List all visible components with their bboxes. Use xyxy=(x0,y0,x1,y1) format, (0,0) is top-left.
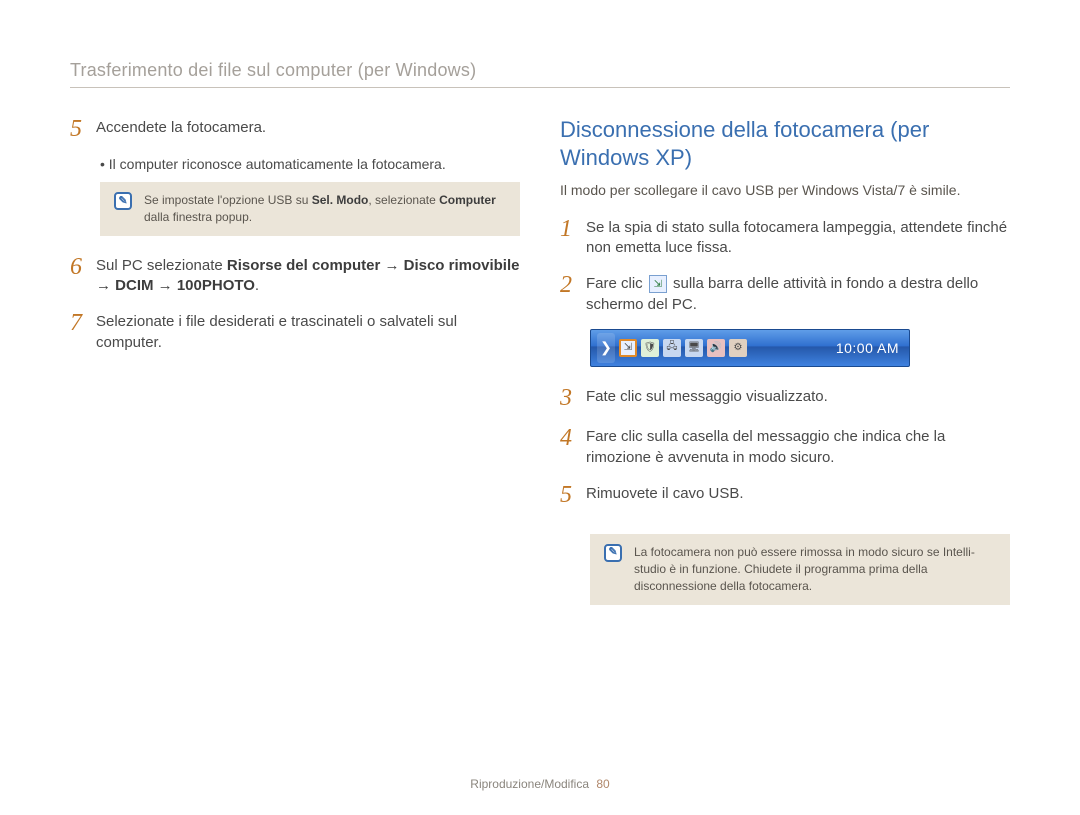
step-number: 3 xyxy=(560,385,586,411)
system-tray: ❯ ⇲ 🛡 🖧 🖥 🔊 ⚙ xyxy=(597,333,747,363)
footer-section: Riproduzione/Modifica xyxy=(470,777,589,791)
right-step-4: 4 Fare clic sulla casella del messaggio … xyxy=(560,425,1010,468)
step-5: 5 Accendete la fotocamera. xyxy=(70,116,520,142)
tray-expand-icon: ❯ xyxy=(597,333,615,363)
note-usb-option: ✎ Se impostate l'opzione USB su Sel. Mod… xyxy=(100,182,520,236)
step-7: 7 Selezionate i file desiderati e trasci… xyxy=(70,310,520,353)
volume-tray-icon: 🔊 xyxy=(707,339,725,357)
note-text-part: Se impostate l'opzione USB su xyxy=(144,193,312,207)
bullet-auto-recognize: Il computer riconosce automaticamente la… xyxy=(100,156,520,172)
step-number: 1 xyxy=(560,216,586,259)
step-text: Rimuovete il cavo USB. xyxy=(586,482,744,508)
right-step-1: 1 Se la spia di stato sulla fotocamera l… xyxy=(560,216,1010,259)
note-text-part: dalla finestra popup. xyxy=(144,210,252,224)
step-text-part: Fare clic xyxy=(586,275,647,292)
step-text: Sul PC selezionate Risorse del computer … xyxy=(96,254,520,297)
display-tray-icon: 🖥 xyxy=(685,339,703,357)
note-bold-selmodo: Sel. Modo xyxy=(312,193,369,207)
page-footer: Riproduzione/Modifica 80 xyxy=(0,777,1080,791)
note-text: La fotocamera non può essere rimossa in … xyxy=(634,544,996,594)
step-number: 5 xyxy=(560,482,586,508)
note-icon: ✎ xyxy=(114,192,132,210)
step-number: 4 xyxy=(560,425,586,468)
note-intellistudio: ✎ La fotocamera non può essere rimossa i… xyxy=(590,534,1010,604)
note-text-part: , selezionate xyxy=(368,193,439,207)
safely-remove-icon: ⇲ xyxy=(649,275,667,293)
step-text: Fare clic sulla casella del messaggio ch… xyxy=(586,425,1010,468)
step-text: Fare clic ⇲ sulla barra delle attività i… xyxy=(586,272,1010,315)
page-header: Trasferimento dei file sul computer (per… xyxy=(70,60,1010,88)
note-icon: ✎ xyxy=(604,544,622,562)
left-column: 5 Accendete la fotocamera. Il computer r… xyxy=(70,116,520,623)
right-column: Disconnessione della fotocamera (per Win… xyxy=(560,116,1010,623)
step-text: Accendete la fotocamera. xyxy=(96,116,266,142)
network-tray-icon: 🖧 xyxy=(663,339,681,357)
right-step-5: 5 Rimuovete il cavo USB. xyxy=(560,482,1010,508)
right-step-2: 2 Fare clic ⇲ sulla barra delle attività… xyxy=(560,272,1010,315)
step-text: Fate clic sul messaggio visualizzato. xyxy=(586,385,828,411)
section-subtitle: Il modo per scollegare il cavo USB per W… xyxy=(560,181,1010,200)
step-text: Se la spia di stato sulla fotocamera lam… xyxy=(586,216,1010,259)
footer-page-number: 80 xyxy=(596,777,609,791)
step-number: 2 xyxy=(560,272,586,315)
step-number: 6 xyxy=(70,254,96,297)
taskbar-clock: 10:00 AM xyxy=(836,340,899,356)
content-columns: 5 Accendete la fotocamera. Il computer r… xyxy=(70,116,1010,623)
safely-remove-tray-icon: ⇲ xyxy=(619,339,637,357)
note-bold-computer: Computer xyxy=(439,193,496,207)
taskbar-screenshot: ❯ ⇲ 🛡 🖧 🖥 🔊 ⚙ 10:00 AM xyxy=(590,329,910,367)
step-number: 5 xyxy=(70,116,96,142)
step-text: Selezionate i file desiderati e trascina… xyxy=(96,310,520,353)
shield-tray-icon: 🛡 xyxy=(641,339,659,357)
section-title: Disconnessione della fotocamera (per Win… xyxy=(560,116,1010,171)
misc-tray-icon: ⚙ xyxy=(729,339,747,357)
step-6: 6 Sul PC selezionate Risorse del compute… xyxy=(70,254,520,297)
step-text-part: . xyxy=(255,277,259,294)
step-number: 7 xyxy=(70,310,96,353)
step-text-part: Sul PC selezionate xyxy=(96,257,227,274)
right-step-3: 3 Fate clic sul messaggio visualizzato. xyxy=(560,385,1010,411)
note-text: Se impostate l'opzione USB su Sel. Modo,… xyxy=(144,192,506,226)
